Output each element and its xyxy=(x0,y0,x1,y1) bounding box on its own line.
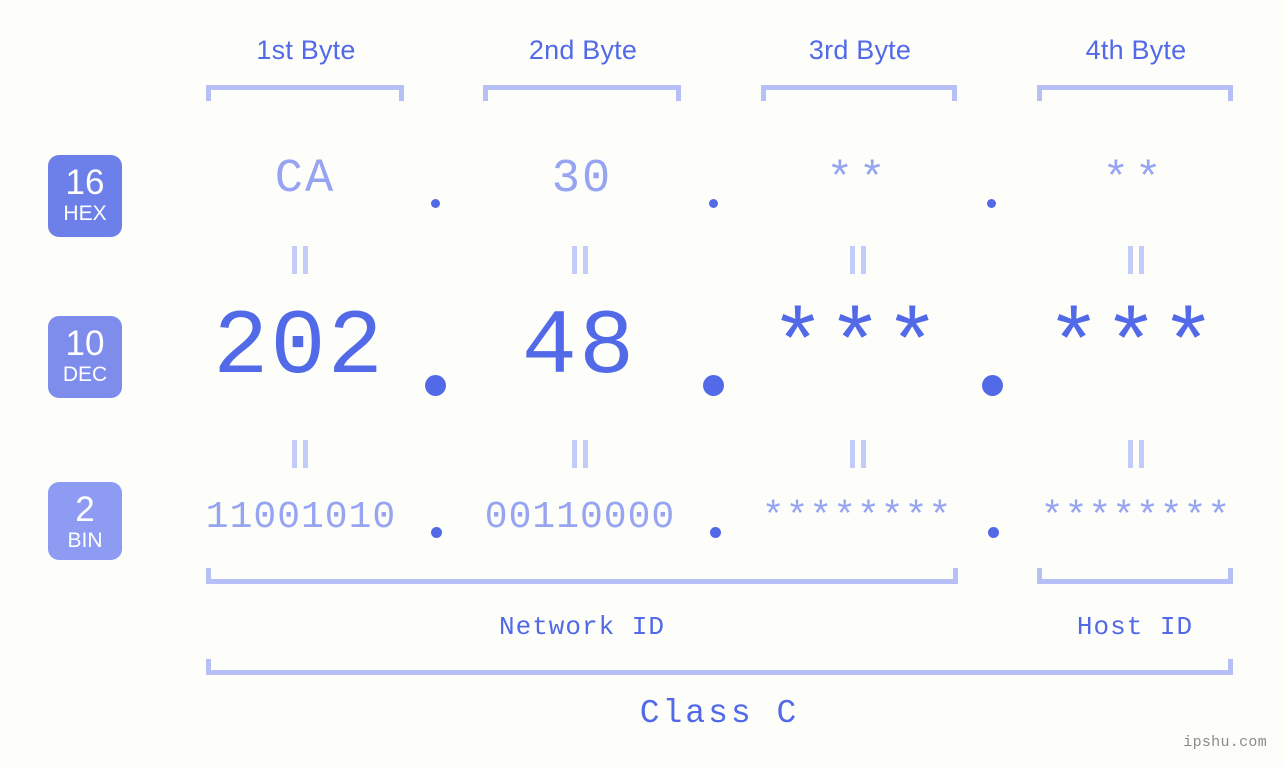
bin-byte-1-value: 11001010 xyxy=(205,496,397,539)
dec-separator-3 xyxy=(982,375,1003,396)
watermark: ipshu.com xyxy=(1183,734,1267,751)
hex-separator-2 xyxy=(709,199,718,208)
base-badge-bin-label: BIN xyxy=(67,529,103,552)
network-id-bracket xyxy=(206,568,958,584)
dec-separator-2 xyxy=(703,375,724,396)
network-id-label: Network ID xyxy=(498,612,666,642)
hex-byte-2-value: 30 xyxy=(551,153,613,206)
byte-header-2: 2nd Byte xyxy=(528,35,638,65)
bin-byte-3-value: ******** xyxy=(761,496,953,539)
bin-byte-2-value: 00110000 xyxy=(484,496,676,539)
base-badge-bin-number: 2 xyxy=(75,490,95,529)
byte-bracket-1 xyxy=(206,85,404,101)
hex-separator-3 xyxy=(987,199,996,208)
hex-byte-4-value: ** xyxy=(1102,155,1168,205)
bin-separator-3 xyxy=(988,527,999,538)
byte-bracket-3 xyxy=(761,85,957,101)
base-badge-dec: 10 DEC xyxy=(48,316,122,398)
byte-header-3: 3rd Byte xyxy=(808,35,912,65)
host-id-label: Host ID xyxy=(1076,612,1194,642)
dec-byte-2-value: 48 xyxy=(521,295,637,400)
base-badge-hex-number: 16 xyxy=(65,163,105,202)
base-badge-hex: 16 HEX xyxy=(48,155,122,237)
dec-byte-3-value: *** xyxy=(770,295,942,400)
equality-mark-dec-bin-3 xyxy=(849,440,867,468)
byte-header-4: 4th Byte xyxy=(1085,35,1187,65)
base-badge-dec-label: DEC xyxy=(62,363,108,386)
equality-mark-hex-dec-3 xyxy=(849,246,867,274)
byte-bracket-2 xyxy=(483,85,681,101)
bin-separator-2 xyxy=(710,527,721,538)
equality-mark-dec-bin-1 xyxy=(291,440,309,468)
hex-byte-3-value: ** xyxy=(826,155,892,205)
class-bracket xyxy=(206,659,1233,675)
ip-byte-breakdown-diagram: 1st Byte 2nd Byte 3rd Byte 4th Byte 16 H… xyxy=(0,0,1285,767)
byte-header-1: 1st Byte xyxy=(256,35,356,65)
dec-byte-4-value: *** xyxy=(1046,295,1218,400)
equality-mark-dec-bin-2 xyxy=(571,440,589,468)
host-id-bracket xyxy=(1037,568,1233,584)
equality-mark-hex-dec-4 xyxy=(1127,246,1145,274)
equality-mark-hex-dec-1 xyxy=(291,246,309,274)
equality-mark-dec-bin-4 xyxy=(1127,440,1145,468)
equality-mark-hex-dec-2 xyxy=(571,246,589,274)
base-badge-bin: 2 BIN xyxy=(48,482,122,560)
dec-separator-1 xyxy=(425,375,446,396)
bin-separator-1 xyxy=(431,527,442,538)
class-label: Class C xyxy=(639,695,800,732)
base-badge-dec-number: 10 xyxy=(65,324,105,363)
dec-byte-1-value: 202 xyxy=(213,295,385,400)
base-badge-hex-label: HEX xyxy=(63,202,107,225)
byte-bracket-4 xyxy=(1037,85,1233,101)
bin-byte-4-value: ******** xyxy=(1040,496,1232,539)
hex-separator-1 xyxy=(431,199,440,208)
hex-byte-1-value: CA xyxy=(274,153,336,206)
